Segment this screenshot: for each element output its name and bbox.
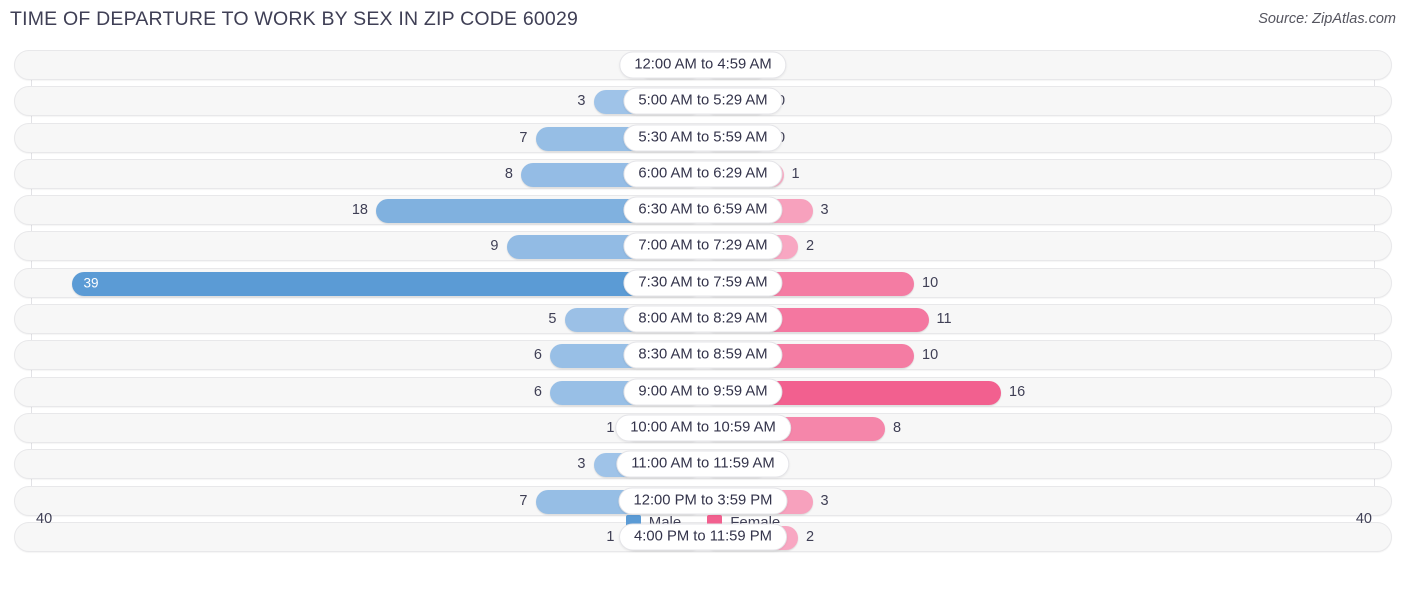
category-label: 8:30 AM to 8:59 AM [623, 341, 783, 369]
female-value-label: 11 [936, 311, 952, 328]
chart-row[interactable]: 6 10 8:30 AM to 8:59 AM [14, 340, 1392, 371]
chart-row[interactable]: 0012:00 AM to 4:59 AM [14, 50, 1392, 80]
female-value-label: 10 [922, 347, 939, 364]
category-label: 12:00 PM to 3:59 PM [618, 487, 788, 515]
male-value-label: 6 [533, 383, 542, 400]
category-label: 10:00 AM to 10:59 AM [615, 414, 791, 442]
male-value-label: 39 [83, 275, 99, 291]
female-value-label: 8 [893, 419, 902, 436]
male-value-label: 7 [519, 492, 528, 509]
female-value-label: 1 [791, 165, 800, 182]
category-label: 12:00 AM to 4:59 AM [619, 51, 787, 79]
female-value-label: 10 [922, 274, 939, 291]
male-value-label: 3 [577, 456, 586, 473]
chart-row[interactable]: 9 2 7:00 AM to 7:29 AM [14, 231, 1392, 262]
chart-row[interactable]: 18 3 6:30 AM to 6:59 AM [14, 195, 1392, 226]
chart-row[interactable]: 6 16 9:00 AM to 9:59 AM [14, 376, 1392, 407]
category-label: 5:30 AM to 5:59 AM [623, 124, 783, 152]
male-value-label: 8 [504, 165, 513, 182]
chart-row[interactable]: 8 1 6:00 AM to 6:29 AM [14, 158, 1392, 189]
category-label: 9:00 AM to 9:59 AM [623, 378, 783, 406]
category-label: 5:00 AM to 5:29 AM [623, 87, 783, 115]
category-label: 6:30 AM to 6:59 AM [623, 196, 783, 224]
male-value-label: 3 [577, 93, 586, 110]
chart-row[interactable]: 7 3 12:00 PM to 3:59 PM [14, 485, 1392, 516]
male-value-label: 18 [351, 202, 368, 219]
chart-rows: 0012:00 AM to 4:59 AM 305:00 AM to 5:29 A… [0, 50, 1406, 558]
male-value-label: 1 [606, 528, 615, 545]
female-value-label: 16 [1009, 383, 1026, 400]
chart-row[interactable]: 705:30 AM to 5:59 AM [14, 122, 1392, 153]
chart-header: TIME OF DEPARTURE TO WORK BY SEX IN ZIP … [0, 0, 1406, 44]
category-label: 4:00 PM to 11:59 PM [619, 523, 787, 551]
male-value-label: 5 [548, 311, 557, 328]
male-value-label: 6 [533, 347, 542, 364]
female-value-label: 2 [806, 528, 815, 545]
male-value-label: 1 [606, 419, 615, 436]
chart-row[interactable]: 1 8 10:00 AM to 10:59 AM [14, 412, 1392, 443]
category-label: 7:30 AM to 7:59 AM [623, 269, 783, 297]
page-title: TIME OF DEPARTURE TO WORK BY SEX IN ZIP … [10, 8, 579, 30]
female-value-label: 3 [820, 492, 829, 509]
female-value-label: 2 [806, 238, 815, 255]
male-value-label: 7 [519, 129, 528, 146]
category-label: 11:00 AM to 11:59 AM [616, 450, 790, 478]
male-value-label: 9 [490, 238, 499, 255]
category-label: 7:00 AM to 7:29 AM [623, 232, 783, 260]
chart-row[interactable]: 5 11 8:00 AM to 8:29 AM [14, 304, 1392, 335]
chart-row[interactable]: 39 10 7:30 AM to 7:59 AM [14, 267, 1392, 298]
chart-row[interactable]: 305:00 AM to 5:29 AM [14, 86, 1392, 117]
male-bar[interactable] [71, 271, 703, 296]
source-attribution: Source: ZipAtlas.com [1258, 11, 1396, 27]
category-label: 8:00 AM to 8:29 AM [623, 305, 783, 333]
female-value-label: 3 [820, 202, 829, 219]
chart-row[interactable]: 3011:00 AM to 11:59 AM [14, 449, 1392, 480]
category-label: 6:00 AM to 6:29 AM [623, 160, 783, 188]
chart-plot-area: 0012:00 AM to 4:59 AM 305:00 AM to 5:29 A… [0, 44, 1406, 552]
